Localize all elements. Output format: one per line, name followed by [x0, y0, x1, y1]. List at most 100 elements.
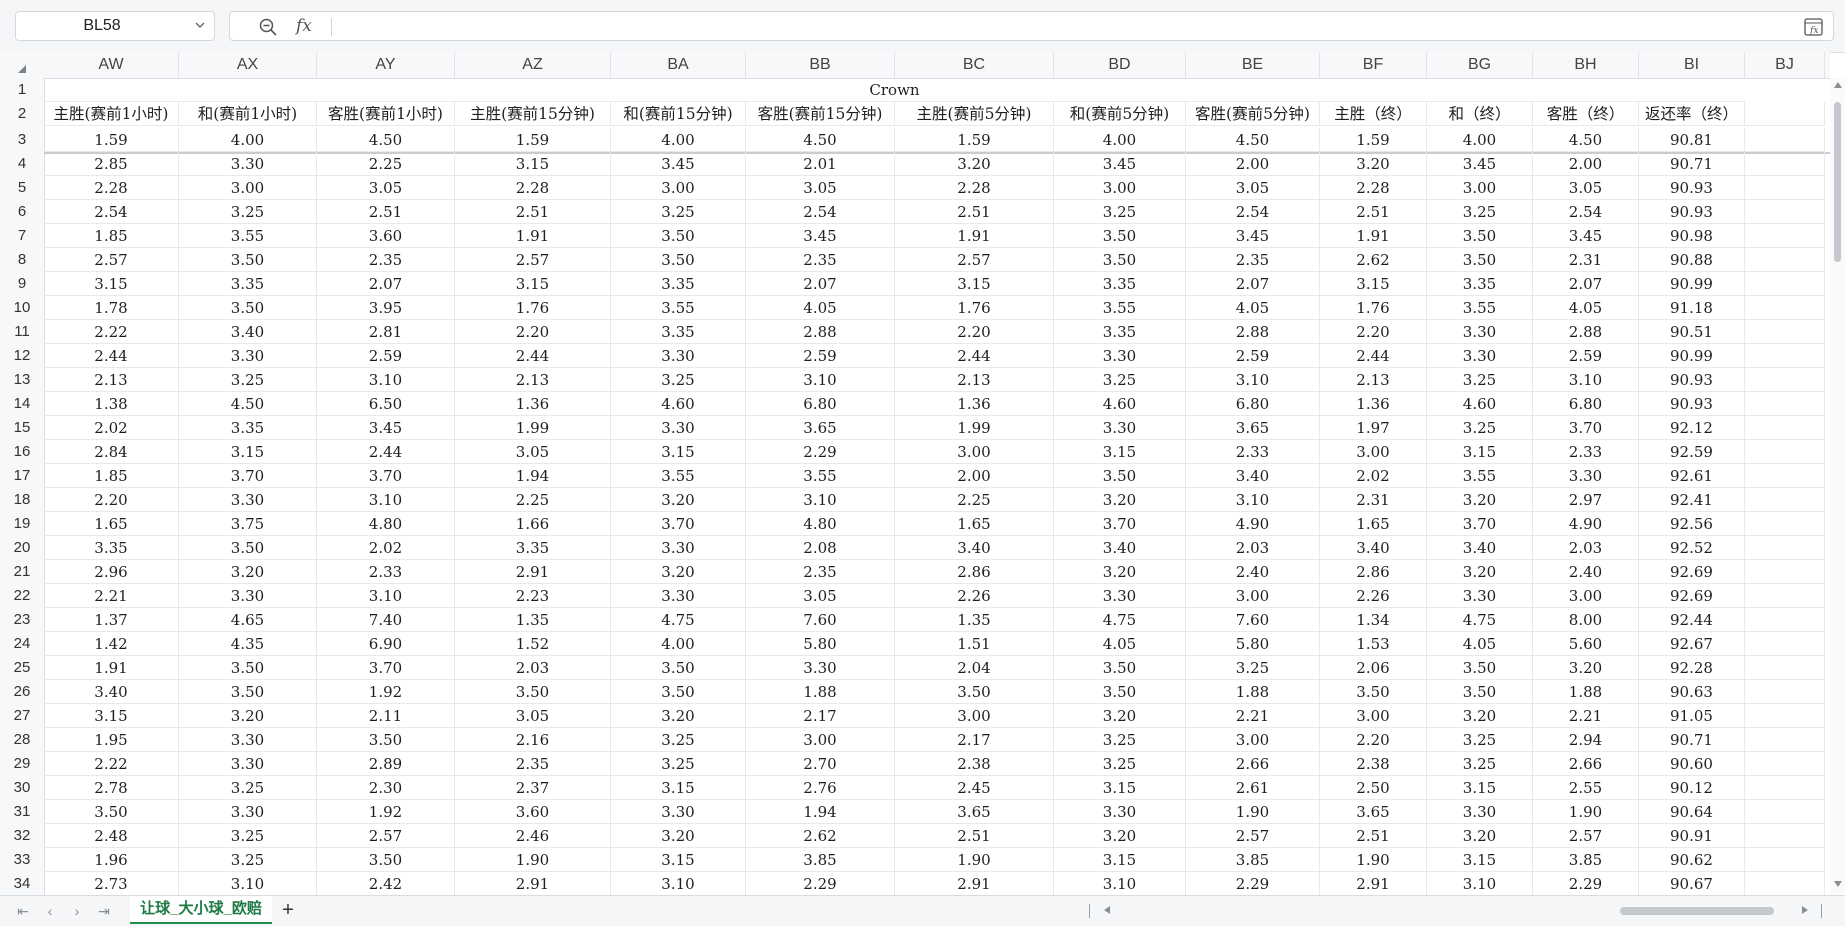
cell[interactable]: 2.35	[746, 248, 895, 272]
cell[interactable]: 3.40	[179, 320, 317, 344]
cell[interactable]: 1.51	[895, 632, 1054, 656]
cell[interactable]: 2.28	[895, 176, 1054, 200]
column-header-be[interactable]: BE	[1186, 52, 1320, 78]
cell[interactable]: 6.80	[746, 392, 895, 416]
cell[interactable]: 1.65	[895, 512, 1054, 536]
cell[interactable]: 主胜(赛前5分钟)	[895, 102, 1054, 126]
cell[interactable]: 1.59	[895, 128, 1054, 152]
cell[interactable]: 主胜(赛前1小时)	[44, 102, 179, 126]
cell[interactable]: 3.10	[179, 872, 317, 895]
cell[interactable]: 4.50	[179, 392, 317, 416]
cell[interactable]: 3.00	[1320, 440, 1427, 464]
next-sheet-icon[interactable]: ›	[68, 902, 86, 920]
cell[interactable]: 1.88	[1533, 680, 1639, 704]
cell[interactable]: 3.85	[1186, 848, 1320, 872]
cell[interactable]: 3.50	[317, 848, 455, 872]
cell[interactable]: 4.00	[1427, 128, 1533, 152]
cell[interactable]: 3.00	[1186, 728, 1320, 752]
cell[interactable]: 1.95	[44, 728, 179, 752]
row-header-27[interactable]: 27	[0, 704, 44, 728]
cell[interactable]: 1.85	[44, 464, 179, 488]
cell[interactable]: 2.97	[1533, 488, 1639, 512]
cell[interactable]: 2.25	[895, 488, 1054, 512]
cell[interactable]: 2.51	[1320, 200, 1427, 224]
cell[interactable]: 90.63	[1639, 680, 1745, 704]
name-box[interactable]: BL58	[15, 11, 215, 41]
cell[interactable]: 3.40	[1186, 464, 1320, 488]
cell[interactable]: 1.85	[44, 224, 179, 248]
cell[interactable]: 90.99	[1639, 272, 1745, 296]
row-header-19[interactable]: 19	[0, 512, 44, 536]
cell[interactable]: 2.00	[895, 464, 1054, 488]
cell[interactable]: 1.35	[895, 608, 1054, 632]
cell[interactable]: 3.55	[611, 296, 746, 320]
row-header-25[interactable]: 25	[0, 656, 44, 680]
row-header-34[interactable]: 34	[0, 872, 44, 895]
cell[interactable]: 2.29	[1186, 872, 1320, 895]
cell[interactable]: 2.44	[455, 344, 611, 368]
cell[interactable]: 3.20	[895, 152, 1054, 176]
row-header-32[interactable]: 32	[0, 824, 44, 848]
cell[interactable]: 4.50	[317, 128, 455, 152]
cell[interactable]	[1745, 824, 1825, 848]
cell[interactable]: 3.20	[1533, 656, 1639, 680]
column-header-bb[interactable]: BB	[746, 52, 895, 78]
cell[interactable]: 3.35	[1054, 272, 1186, 296]
cell[interactable]: 1.65	[1320, 512, 1427, 536]
cell[interactable]: 3.15	[895, 272, 1054, 296]
cell[interactable]: 4.00	[611, 632, 746, 656]
cell[interactable]	[1745, 752, 1825, 776]
cell[interactable]: 3.15	[611, 848, 746, 872]
column-header-bi[interactable]: BI	[1639, 52, 1745, 78]
cell[interactable]: 90.93	[1639, 392, 1745, 416]
cell[interactable]: 1.90	[1320, 848, 1427, 872]
cell[interactable]: 1.59	[44, 128, 179, 152]
cell[interactable]: 3.25	[179, 848, 317, 872]
cell[interactable]: 92.41	[1639, 488, 1745, 512]
cell[interactable]	[1745, 776, 1825, 800]
cell[interactable]: 3.10	[1186, 368, 1320, 392]
cell[interactable]: 3.25	[611, 728, 746, 752]
cell[interactable]: 3.20	[1427, 488, 1533, 512]
cell[interactable]: 2.73	[44, 872, 179, 895]
cell[interactable]: 3.95	[317, 296, 455, 320]
cell[interactable]: 3.25	[1427, 416, 1533, 440]
cell[interactable]: 1.76	[455, 296, 611, 320]
cell[interactable]: 3.50	[1054, 464, 1186, 488]
cell[interactable]: 3.85	[1533, 848, 1639, 872]
cell[interactable]: 3.35	[455, 536, 611, 560]
cell[interactable]: 3.25	[179, 824, 317, 848]
cell[interactable]	[1745, 728, 1825, 752]
cell[interactable]: 3.15	[1427, 848, 1533, 872]
cell[interactable]: 4.60	[1427, 392, 1533, 416]
cell[interactable]: 2.66	[1533, 752, 1639, 776]
cell[interactable]: 2.94	[1533, 728, 1639, 752]
cell[interactable]: 2.57	[317, 824, 455, 848]
cell[interactable]: 1.92	[317, 800, 455, 824]
cell[interactable]	[1745, 320, 1825, 344]
cell[interactable]	[1745, 102, 1825, 126]
row-header-1[interactable]: 1	[0, 78, 44, 102]
cell[interactable]: 3.10	[317, 488, 455, 512]
cell[interactable]: 2.44	[895, 344, 1054, 368]
cell[interactable]: 3.20	[1427, 560, 1533, 584]
cell[interactable]: 主胜（终）	[1320, 102, 1427, 126]
cell[interactable]: 2.03	[1186, 536, 1320, 560]
cell[interactable]: 3.50	[317, 728, 455, 752]
column-header-bj[interactable]: BJ	[1745, 52, 1825, 78]
cell[interactable]: 3.50	[179, 296, 317, 320]
cell[interactable]: 1.76	[895, 296, 1054, 320]
cell[interactable]: 6.90	[317, 632, 455, 656]
cell[interactable]: 90.60	[1639, 752, 1745, 776]
column-header-az[interactable]: AZ	[455, 52, 611, 78]
cell[interactable]: 3.10	[746, 488, 895, 512]
cell[interactable]: 3.50	[1054, 656, 1186, 680]
cell[interactable]: 90.81	[1639, 128, 1745, 152]
last-sheet-icon[interactable]: ⇥	[95, 902, 113, 920]
cell[interactable]: 3.20	[1320, 152, 1427, 176]
cell[interactable]: 3.15	[1054, 776, 1186, 800]
cell[interactable]: 3.05	[1186, 176, 1320, 200]
cell[interactable]: 3.40	[1320, 536, 1427, 560]
cell[interactable]: 返还率（终）	[1639, 102, 1745, 126]
cell[interactable]: 3.10	[1427, 872, 1533, 895]
